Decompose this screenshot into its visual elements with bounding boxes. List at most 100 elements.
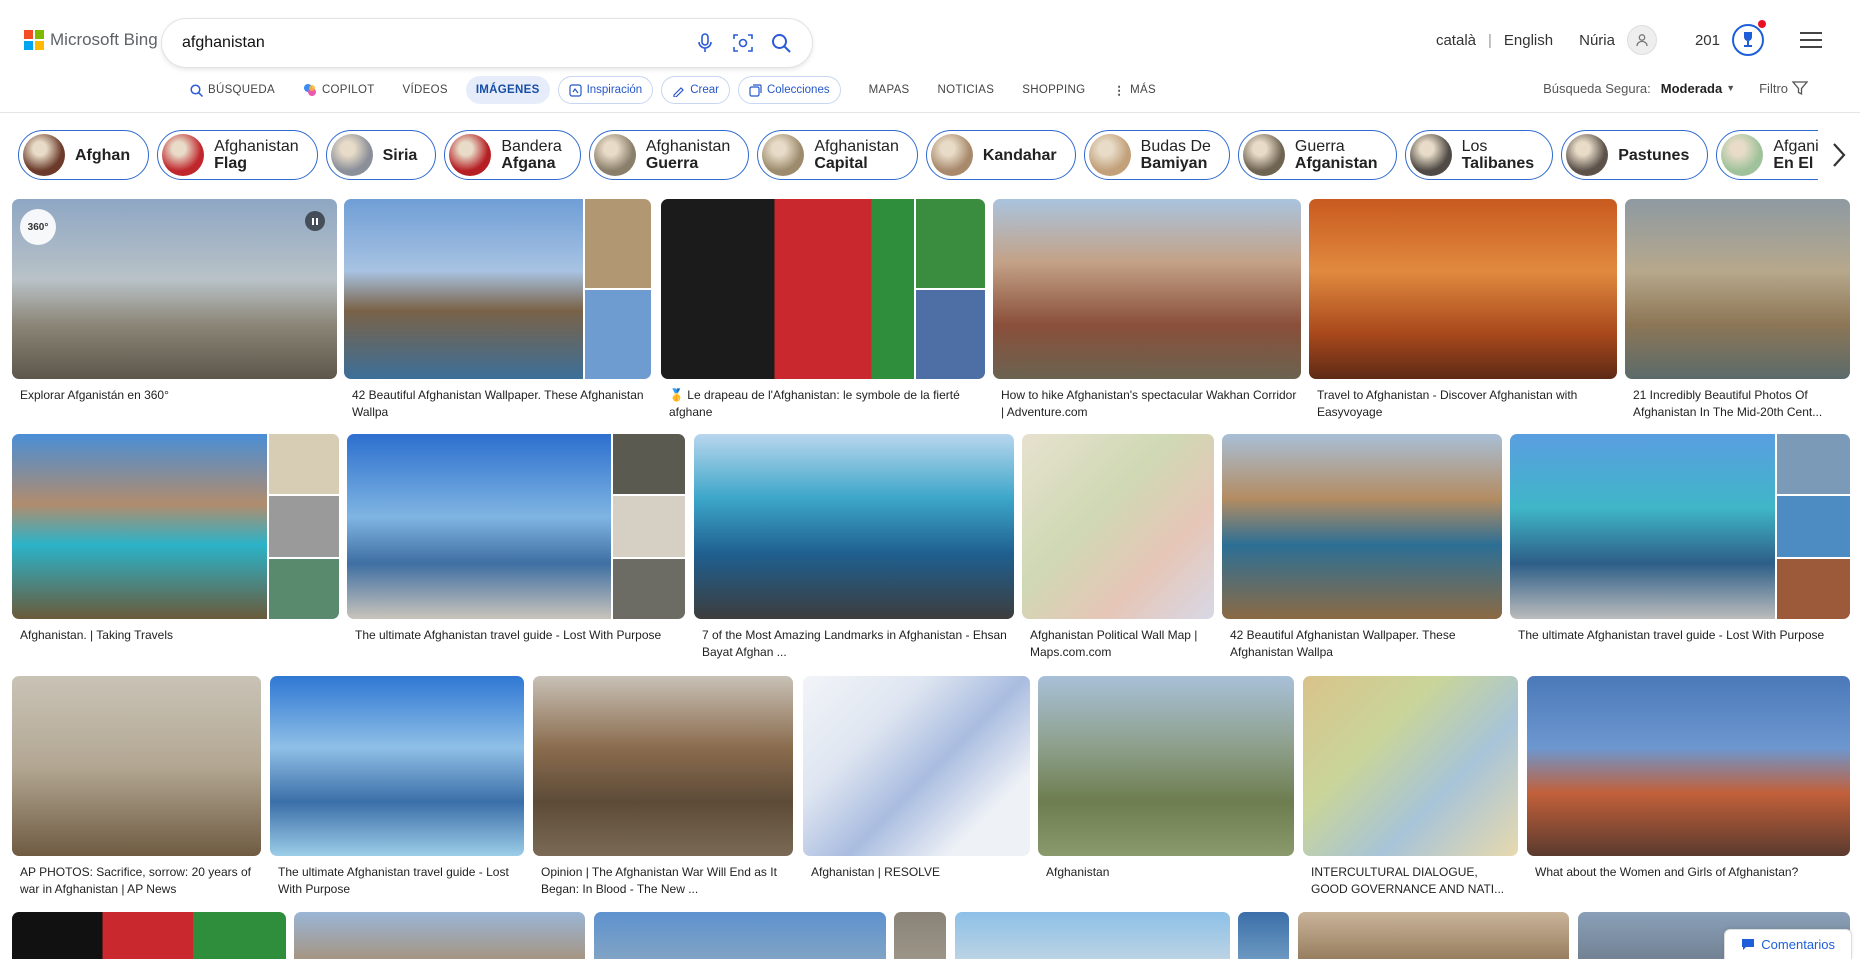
- image-result[interactable]: [1527, 676, 1850, 856]
- image-result[interactable]: [12, 676, 261, 856]
- image-thumbnail[interactable]: [613, 558, 685, 619]
- image-caption[interactable]: Travel to Afghanistan - Discover Afghani…: [1317, 387, 1613, 421]
- related-search-chip[interactable]: Budas De Bamiyan: [1083, 130, 1230, 180]
- tab-crear[interactable]: Crear: [661, 76, 730, 104]
- image-caption[interactable]: Afghanistan Political Wall Map | Maps.co…: [1030, 627, 1210, 661]
- chevron-right-icon[interactable]: [1824, 138, 1854, 172]
- chevron-down-icon[interactable]: ▼: [1726, 83, 1735, 93]
- image-thumbnail[interactable]: [269, 434, 339, 495]
- image-caption[interactable]: 21 Incredibly Beautiful Photos Of Afghan…: [1633, 387, 1846, 421]
- image-caption[interactable]: 42 Beautiful Afghanistan Wallpaper. Thes…: [352, 387, 647, 421]
- tab-shopping[interactable]: SHOPPING: [1012, 76, 1095, 104]
- image-caption[interactable]: 42 Beautiful Afghanistan Wallpaper. Thes…: [1230, 627, 1498, 661]
- image-caption[interactable]: The ultimate Afghanistan travel guide - …: [278, 864, 520, 898]
- tab-mapas[interactable]: MAPAS: [859, 76, 920, 104]
- image-result[interactable]: [894, 912, 946, 959]
- image-thumbnail[interactable]: [613, 434, 685, 495]
- image-result[interactable]: 360°: [12, 199, 337, 379]
- image-result[interactable]: [1309, 199, 1617, 379]
- user-name[interactable]: Núria: [1579, 32, 1615, 49]
- image-caption[interactable]: The ultimate Afghanistan travel guide - …: [355, 627, 681, 644]
- image-result[interactable]: [661, 199, 985, 379]
- image-thumbnail[interactable]: [269, 496, 339, 557]
- tab-colecciones[interactable]: Colecciones: [737, 76, 841, 104]
- image-result[interactable]: [1298, 912, 1569, 959]
- image-caption[interactable]: Opinion | The Afghanistan War Will End a…: [541, 864, 789, 898]
- image-result[interactable]: [1022, 434, 1214, 619]
- image-result[interactable]: [1238, 912, 1289, 959]
- image-result[interactable]: [533, 676, 793, 856]
- image-thumbnail[interactable]: [585, 290, 651, 379]
- image-result[interactable]: [594, 912, 886, 959]
- visual-search-icon[interactable]: [732, 32, 754, 54]
- image-result[interactable]: [1510, 434, 1850, 619]
- image-result[interactable]: [1625, 199, 1850, 379]
- image-thumbnail[interactable]: [1777, 496, 1850, 557]
- related-search-chip[interactable]: Afghanistan Flag: [157, 130, 318, 180]
- menu-icon[interactable]: [1800, 32, 1822, 53]
- image-thumbnail[interactable]: [1777, 434, 1850, 495]
- image-caption[interactable]: Afghanistan | RESOLVE: [811, 864, 1026, 881]
- image-caption[interactable]: Afghanistan. | Taking Travels: [20, 627, 335, 644]
- bing-logo[interactable]: Microsoft Bing: [24, 30, 158, 50]
- related-search-chip[interactable]: AfganistánEn El Mapa: [1716, 130, 1818, 180]
- image-result[interactable]: [803, 676, 1030, 856]
- image-result[interactable]: [1303, 676, 1518, 856]
- image-caption[interactable]: INTERCULTURAL DIALOGUE, GOOD GOVERNANCE …: [1311, 864, 1514, 898]
- image-result[interactable]: [12, 912, 286, 959]
- related-search-chip[interactable]: Bandera Afgana: [444, 130, 581, 180]
- tab-copilot[interactable]: COPILOT: [293, 76, 385, 104]
- image-caption[interactable]: 7 of the Most Amazing Landmarks in Afgha…: [702, 627, 1010, 661]
- image-result[interactable]: [344, 199, 651, 379]
- related-search-chip[interactable]: Guerra Afganistan: [1237, 130, 1397, 180]
- language-catala[interactable]: català: [1436, 32, 1476, 49]
- image-result[interactable]: [347, 434, 685, 619]
- tab-busqueda[interactable]: BÚSQUEDA: [180, 76, 285, 104]
- image-caption[interactable]: 🥇 Le drapeau de l'Afghanistan: le symbol…: [669, 387, 981, 421]
- related-search-chip[interactable]: Los Talibanes: [1404, 130, 1554, 180]
- search-input[interactable]: [182, 34, 678, 52]
- search-icon[interactable]: [770, 32, 792, 54]
- image-thumbnail[interactable]: [916, 199, 985, 288]
- image-thumbnail[interactable]: [613, 496, 685, 557]
- related-search-chip[interactable]: Pastunes: [1561, 130, 1709, 180]
- 360-badge[interactable]: 360°: [20, 209, 56, 245]
- related-search-chip[interactable]: Siria: [325, 130, 437, 180]
- image-result[interactable]: [993, 199, 1301, 379]
- language-english[interactable]: English: [1504, 32, 1553, 49]
- image-result[interactable]: [294, 912, 585, 959]
- tab-inspiracion[interactable]: Inspiración: [557, 76, 654, 104]
- tab-imagenes[interactable]: IMÁGENES: [465, 76, 550, 104]
- tab-mas[interactable]: ⋮ MÁS: [1103, 76, 1166, 104]
- reward-points[interactable]: 201: [1695, 32, 1720, 49]
- image-result[interactable]: [12, 434, 339, 619]
- image-result[interactable]: [955, 912, 1230, 959]
- image-caption[interactable]: Afghanistan: [1046, 864, 1290, 881]
- image-thumbnail[interactable]: [916, 290, 985, 379]
- image-caption[interactable]: What about the Women and Girls of Afghan…: [1535, 864, 1846, 881]
- image-thumbnail[interactable]: [1777, 558, 1850, 619]
- avatar[interactable]: [1626, 25, 1657, 55]
- rewards-icon[interactable]: [1732, 20, 1766, 56]
- filter-label[interactable]: Filtro: [1759, 81, 1788, 96]
- image-caption[interactable]: How to hike Afghanistan's spectacular Wa…: [1001, 387, 1297, 421]
- filter-icon[interactable]: [1792, 80, 1808, 96]
- feedback-button[interactable]: Comentarios: [1724, 929, 1852, 959]
- image-result[interactable]: [1222, 434, 1502, 619]
- image-thumbnail[interactable]: [269, 558, 339, 619]
- related-search-chip[interactable]: Kandahar: [925, 130, 1076, 180]
- image-caption[interactable]: Explorar Afganistán en 360°: [20, 387, 333, 404]
- image-caption[interactable]: The ultimate Afghanistan travel guide - …: [1518, 627, 1846, 644]
- tab-noticias[interactable]: NOTICIAS: [928, 76, 1005, 104]
- microphone-icon[interactable]: [694, 32, 716, 54]
- tab-videos[interactable]: VÍDEOS: [393, 76, 458, 104]
- pause-icon[interactable]: [305, 211, 325, 231]
- related-search-chip[interactable]: Afghan: [18, 130, 150, 180]
- related-search-chip[interactable]: Afghanistan Capital: [757, 130, 918, 180]
- image-result[interactable]: [270, 676, 524, 856]
- image-result[interactable]: [694, 434, 1014, 619]
- safe-search-value[interactable]: Moderada: [1661, 81, 1722, 96]
- image-thumbnail[interactable]: [585, 199, 651, 288]
- image-result[interactable]: [1038, 676, 1294, 856]
- image-caption[interactable]: AP PHOTOS: Sacrifice, sorrow: 20 years o…: [20, 864, 257, 898]
